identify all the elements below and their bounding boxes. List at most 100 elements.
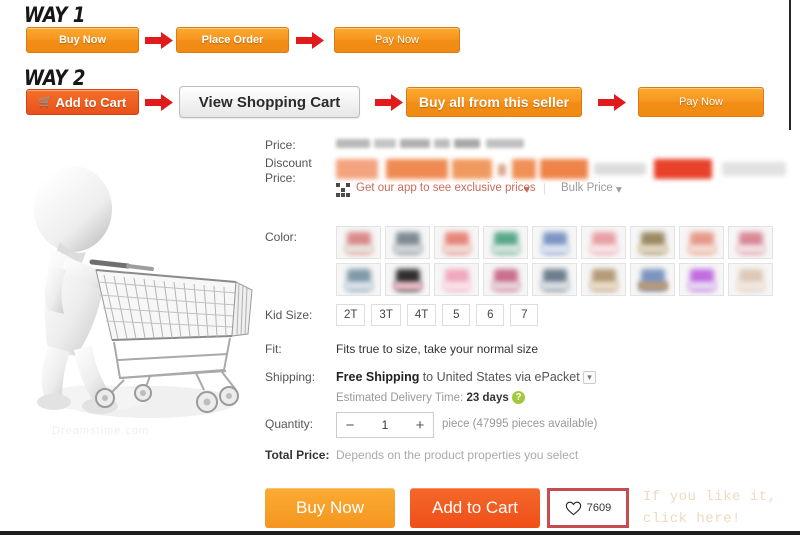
bulk-price-caret-icon[interactable]: ▾ [616, 182, 622, 196]
color-swatch[interactable] [336, 226, 381, 259]
quantity-input[interactable]: 1 [363, 418, 407, 432]
qr-code-icon [336, 183, 350, 197]
app-promo-label[interactable]: Get our app to see exclusive prices [356, 182, 536, 194]
right-arrow-icon [375, 94, 403, 111]
right-arrow-icon [145, 32, 173, 49]
kid-size-option[interactable]: 4T [406, 304, 437, 326]
wishlist-count: 7609 [586, 502, 612, 514]
question-mark-icon[interactable]: ? [512, 391, 526, 405]
color-swatch[interactable] [581, 226, 626, 259]
color-label: Color: [265, 230, 298, 244]
color-swatch[interactable] [434, 263, 479, 296]
product-details-panel: Price: Discount Price: Get our app to se… [258, 130, 800, 535]
app-promo-caret-icon[interactable]: ▾ [524, 182, 530, 196]
kid-size-option[interactable]: 7 [510, 304, 539, 326]
color-swatch[interactable] [630, 226, 675, 259]
kid-size-option[interactable]: 2T [336, 304, 366, 326]
fit-label: Fit: [265, 342, 282, 356]
swatch-thumbnail-base [392, 244, 423, 254]
color-swatch[interactable] [728, 226, 773, 259]
free-shipping-text: Free Shipping [336, 370, 420, 384]
instruction-banner: WAY 1 Buy Now Place Order Pay Now WAY 2 … [0, 0, 800, 130]
quantity-decrement-button[interactable]: − [337, 417, 363, 434]
swatch-thumbnail-base [441, 244, 472, 254]
action-button-row: Buy Now Add to Cart 7609 If you like it,… [258, 488, 800, 532]
color-swatch[interactable] [336, 263, 381, 296]
swatch-thumbnail-base [343, 281, 374, 291]
kid-size-option[interactable]: 5 [442, 304, 471, 326]
swatch-thumbnail-base [490, 244, 521, 254]
way1-label: WAY 1 [24, 3, 85, 27]
color-swatch[interactable] [679, 263, 724, 296]
kid-size-option[interactable]: 6 [476, 304, 505, 326]
color-swatch[interactable] [434, 226, 479, 259]
quantity-label: Quantity: [265, 417, 314, 431]
color-swatch[interactable] [532, 226, 577, 259]
color-swatch[interactable] [532, 263, 577, 296]
swatch-thumbnail-base [637, 244, 668, 254]
color-swatch[interactable] [630, 263, 675, 296]
way2-buy-all-button[interactable]: Buy all from this seller [406, 87, 582, 117]
shipping-label: Shipping: [265, 370, 316, 384]
way2-label: WAY 2 [24, 66, 85, 90]
swatch-thumbnail-base [686, 281, 717, 291]
color-swatch[interactable] [728, 263, 773, 296]
way1-place-order-button[interactable]: Place Order [176, 27, 289, 53]
kid-size-option[interactable]: 3T [371, 304, 401, 326]
discount-price-value-obscured [336, 159, 786, 181]
hint-line-1: If you like it, [643, 489, 777, 505]
wishlist-button[interactable]: 7609 [547, 488, 629, 528]
bulk-price-label[interactable]: Bulk Price [561, 182, 613, 194]
discount-price-label: Discount Price: [265, 156, 312, 185]
total-price-label: Total Price: [265, 448, 330, 462]
way2-add-to-cart-label: Add to Cart [55, 94, 127, 110]
quantity-availability-text: piece (47995 pieces available) [442, 418, 598, 430]
color-swatch-grid[interactable] [336, 226, 788, 296]
way1-buy-now-button[interactable]: Buy Now [26, 27, 139, 53]
swatch-thumbnail-base [735, 244, 766, 254]
fit-value: Fits true to size, take your normal size [336, 342, 539, 356]
way2-pay-now-button[interactable]: Pay Now [638, 87, 764, 117]
product-image[interactable]: Dreamstime.com [0, 130, 258, 535]
swatch-thumbnail-base [539, 281, 570, 291]
kid-size-label: Kid Size: [265, 308, 313, 322]
right-arrow-icon [296, 32, 324, 49]
click-here-hint: If you like it, click here! [643, 486, 777, 530]
color-swatch[interactable] [483, 226, 528, 259]
right-arrow-icon [598, 94, 626, 111]
way1-flow: Buy Now Place Order Pay Now [0, 27, 800, 55]
color-swatch[interactable] [581, 263, 626, 296]
swatch-thumbnail-base [735, 281, 766, 291]
color-swatch[interactable] [385, 263, 430, 296]
chevron-down-icon[interactable]: ▾ [583, 371, 597, 385]
divider: | [543, 181, 547, 195]
eta-label: Estimated Delivery Time: [336, 392, 464, 404]
heart-icon [565, 501, 581, 515]
way2-add-to-cart-button[interactable]: 🛒 Add to Cart [26, 89, 139, 115]
price-label: Price: [265, 138, 296, 152]
swatch-thumbnail-base [637, 281, 668, 291]
cart-icon: 🛒 [38, 95, 53, 108]
add-to-cart-button[interactable]: Add to Cart [410, 488, 540, 528]
color-swatch[interactable] [483, 263, 528, 296]
kid-size-options[interactable]: 2T 3T 4T 5 6 7 [336, 304, 539, 326]
way2-flow: 🛒 Add to Cart View Shopping Cart Buy all… [0, 86, 800, 118]
shopping-cart-illustration [34, 166, 253, 418]
color-swatch[interactable] [385, 226, 430, 259]
swatch-thumbnail-base [588, 244, 619, 254]
eta-value: 23 days [466, 392, 509, 404]
quantity-increment-button[interactable]: + [407, 417, 433, 434]
swatch-thumbnail-base [490, 281, 521, 291]
way1-pay-now-button[interactable]: Pay Now [334, 27, 460, 53]
swatch-thumbnail-base [588, 281, 619, 291]
way2-view-cart-button[interactable]: View Shopping Cart [179, 86, 360, 118]
swatch-thumbnail-base [343, 244, 374, 254]
shipping-destination-text: to United States via ePacket [422, 370, 580, 384]
total-price-value: Depends on the product properties you se… [336, 448, 579, 462]
quantity-stepper[interactable]: − 1 + [336, 412, 434, 438]
swatch-thumbnail-base [539, 244, 570, 254]
price-value-obscured [336, 138, 556, 150]
buy-now-button[interactable]: Buy Now [265, 488, 395, 528]
swatch-thumbnail-base [686, 244, 717, 254]
color-swatch[interactable] [679, 226, 724, 259]
